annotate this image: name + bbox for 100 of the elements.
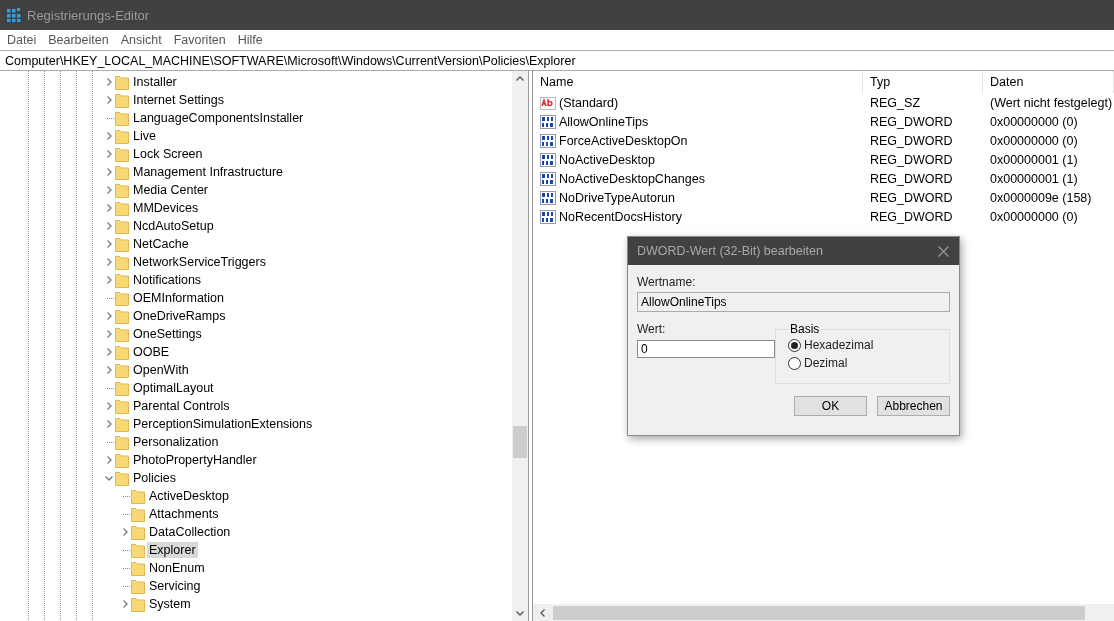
radio-label[interactable]: Dezimal <box>804 356 848 370</box>
value-name[interactable]: NoActiveDesktop <box>559 152 655 167</box>
tree-item[interactable]: NcdAutoSetup <box>131 218 216 234</box>
value-data: 0x0000009e (158) <box>990 190 1092 205</box>
expand-chevron-icon[interactable] <box>104 150 113 158</box>
folder-icon <box>115 200 129 216</box>
tree-item[interactable]: Servicing <box>147 578 203 594</box>
expand-chevron-icon[interactable] <box>104 276 113 284</box>
value-name[interactable]: (Standard) <box>559 95 619 110</box>
tree-item[interactable]: LanguageComponentsInstaller <box>131 110 306 126</box>
value-field[interactable]: 0 <box>637 340 775 358</box>
expand-chevron-icon[interactable] <box>104 168 113 176</box>
expand-chevron-icon[interactable] <box>104 366 113 374</box>
tree-item[interactable]: PhotoPropertyHandler <box>131 452 259 468</box>
column-header[interactable]: Daten <box>983 71 1114 93</box>
tree-item[interactable]: OpenWith <box>131 362 191 378</box>
value-type: REG_DWORD <box>870 190 953 205</box>
tree-item[interactable]: System <box>147 596 193 612</box>
value-name[interactable]: NoActiveDesktopChanges <box>559 171 705 186</box>
folder-icon <box>115 290 129 306</box>
address-bar[interactable]: Computer\HKEY_LOCAL_MACHINE\SOFTWARE\Microsoft\Windows\CurrentVersion\Policies\Explorer <box>0 50 1114 71</box>
horizontal-scrollbar[interactable] <box>533 604 1114 621</box>
tree-item[interactable]: OneDriveRamps <box>131 308 228 324</box>
expand-chevron-icon[interactable] <box>104 312 113 320</box>
tree-item[interactable]: Management Infrastructure <box>131 164 286 180</box>
tree-item[interactable]: NetworkServiceTriggers <box>131 254 268 270</box>
radio-label[interactable]: Hexadezimal <box>804 338 874 352</box>
expand-chevron-icon[interactable] <box>104 96 113 104</box>
menu-item[interactable]: Datei <box>2 33 44 47</box>
radio-button[interactable] <box>788 338 801 352</box>
tree-item[interactable]: NetCache <box>131 236 191 252</box>
expand-chevron-icon[interactable] <box>120 600 129 608</box>
value-name[interactable]: ForceActiveDesktopOn <box>559 133 688 148</box>
value-name-field[interactable]: AllowOnlineTips <box>637 292 950 312</box>
tree-item[interactable]: Explorer <box>147 542 198 558</box>
value-name[interactable]: AllowOnlineTips <box>559 114 649 129</box>
dialog-button[interactable]: Abbrechen <box>877 396 950 416</box>
dialog-button[interactable]: OK <box>794 396 867 416</box>
expand-chevron-icon[interactable] <box>104 420 113 428</box>
vertical-scrollbar[interactable] <box>512 71 528 621</box>
tree-item[interactable]: Media Center <box>131 182 211 198</box>
scrollbar-thumb[interactable] <box>553 605 1085 620</box>
dialog-title: DWORD-Wert (32-Bit) bearbeiten <box>637 244 823 258</box>
expand-chevron-icon[interactable] <box>104 402 113 410</box>
expand-chevron-icon[interactable] <box>104 222 113 230</box>
folder-icon <box>115 146 129 162</box>
value-name[interactable]: NoDriveTypeAutorun <box>559 190 676 205</box>
close-icon[interactable] <box>938 245 949 257</box>
tree-item[interactable]: OEMInformation <box>131 290 226 306</box>
binary-value-icon <box>540 113 556 130</box>
expand-chevron-icon[interactable] <box>104 204 113 212</box>
value-type: REG_DWORD <box>870 152 953 167</box>
column-header[interactable]: Typ <box>863 71 983 93</box>
column-header[interactable]: Name <box>533 71 863 93</box>
tree-item[interactable]: MMDevices <box>131 200 201 216</box>
radio-button[interactable] <box>788 356 801 370</box>
menu-item[interactable]: Favoriten <box>168 33 233 47</box>
expand-chevron-icon[interactable] <box>120 528 129 536</box>
menu-item[interactable]: Bearbeiten <box>43 33 116 47</box>
expand-chevron-icon[interactable] <box>104 348 113 356</box>
collapse-chevron-icon[interactable] <box>104 474 113 482</box>
tree-item[interactable]: DataCollection <box>147 524 233 540</box>
tree-item[interactable]: OneSettings <box>131 326 204 342</box>
scroll-left-icon[interactable] <box>539 608 547 617</box>
value-name[interactable]: NoRecentDocsHistory <box>559 209 682 224</box>
expand-chevron-icon[interactable] <box>104 456 113 464</box>
tree-item[interactable]: Live <box>131 128 158 144</box>
expand-chevron-icon[interactable] <box>104 330 113 338</box>
folder-icon <box>115 272 129 288</box>
folder-icon <box>131 506 145 522</box>
tree-item[interactable]: Internet Settings <box>131 92 227 108</box>
tree-item[interactable]: Attachments <box>147 506 221 522</box>
tree-item[interactable]: Policies <box>131 470 179 486</box>
group-label: Basis <box>789 322 821 336</box>
menu-item[interactable]: Hilfe <box>232 33 270 47</box>
tree-item[interactable]: OOBE <box>131 344 172 360</box>
tree-item[interactable]: Parental Controls <box>131 398 232 414</box>
expand-chevron-icon[interactable] <box>104 132 113 140</box>
expand-chevron-icon[interactable] <box>104 186 113 194</box>
tree-item[interactable]: Personalization <box>131 434 221 450</box>
tree-item[interactable]: Installer <box>131 74 179 90</box>
tree-item[interactable]: ActiveDesktop <box>147 488 231 504</box>
scroll-down-icon[interactable] <box>516 609 524 617</box>
tree-item[interactable]: NonEnum <box>147 560 207 576</box>
tree-item[interactable]: Lock Screen <box>131 146 205 162</box>
tree-item[interactable]: PerceptionSimulationExtensions <box>131 416 315 432</box>
binary-value-icon <box>540 170 556 187</box>
menu-item[interactable]: Ansicht <box>115 33 169 47</box>
folder-icon <box>115 380 129 396</box>
expand-chevron-icon[interactable] <box>104 240 113 248</box>
folder-icon <box>115 254 129 270</box>
tree-item[interactable]: Notifications <box>131 272 204 288</box>
expand-chevron-icon[interactable] <box>104 78 113 86</box>
tree-item[interactable]: OptimalLayout <box>131 380 216 396</box>
scroll-up-icon[interactable] <box>516 75 524 83</box>
folder-icon <box>131 560 145 576</box>
folder-icon <box>115 236 129 252</box>
folder-icon <box>115 344 129 360</box>
expand-chevron-icon[interactable] <box>104 258 113 266</box>
scrollbar-thumb[interactable] <box>513 426 527 458</box>
